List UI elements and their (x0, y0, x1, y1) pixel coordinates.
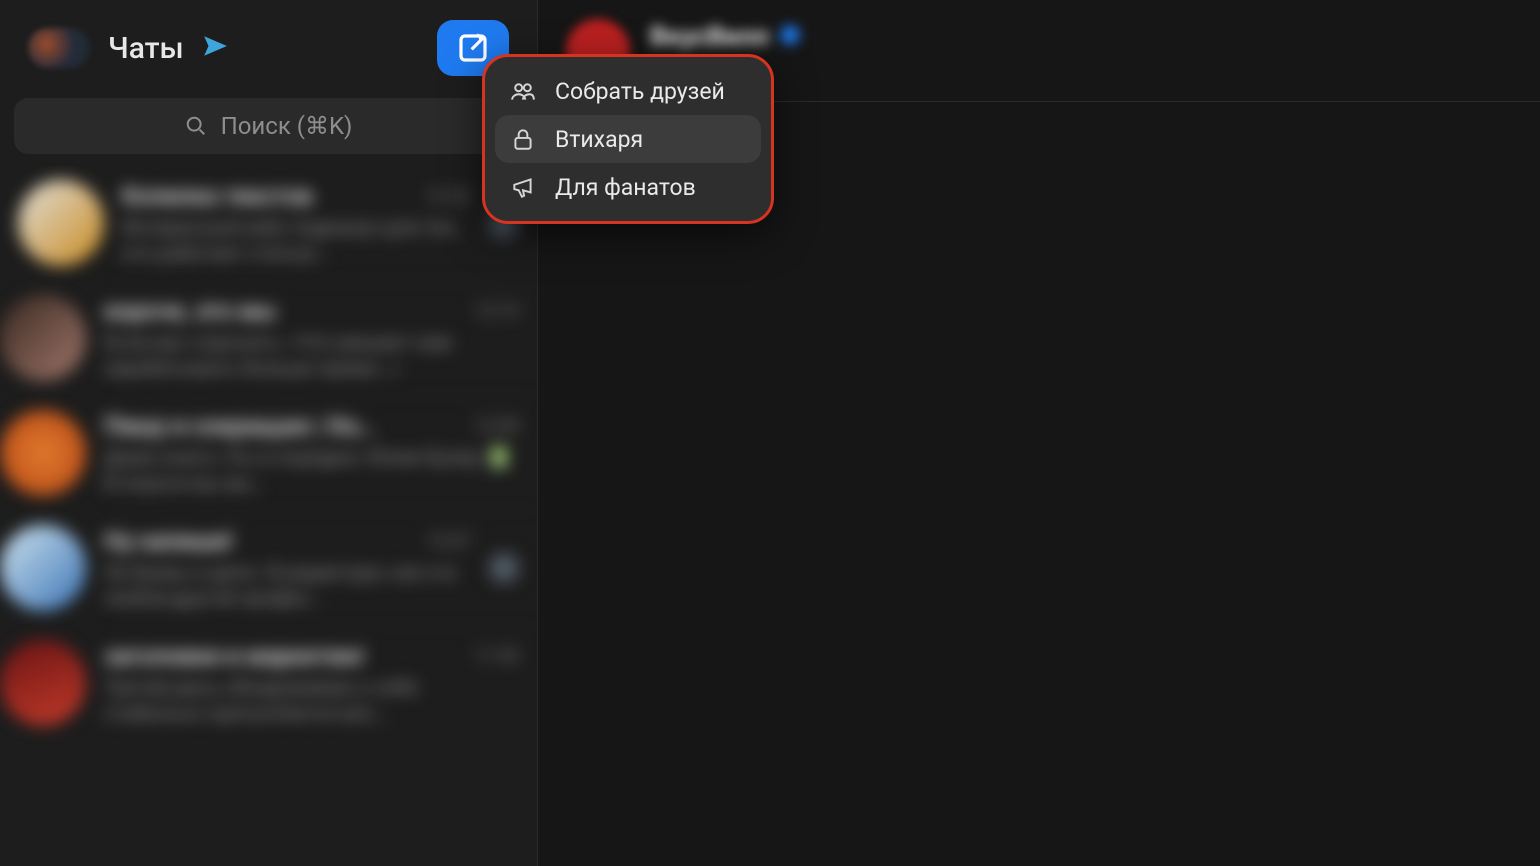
folder-label[interactable]: Чаты (108, 31, 184, 66)
chat-text: Копилка текстов 12:22 Интересный кейс подк… (122, 180, 471, 266)
chat-avatar[interactable] (0, 640, 86, 726)
chat-title: Ну напиши! (104, 527, 233, 555)
chat-preview: Интересный кейс подкинул для тех, кто ра… (122, 214, 471, 266)
chat-text: короче, это мы 12:19 Если вас спросить: «Ч… (104, 295, 519, 381)
search-input[interactable]: Поиск (⌘K) (14, 98, 523, 154)
chat-time: 12:07 (426, 531, 471, 552)
chat-avatar[interactable] (0, 410, 86, 496)
chat-time: 12:19 (474, 301, 519, 322)
unread-badge (489, 553, 519, 583)
compose-menu-label: Собрать друзей (555, 78, 725, 105)
conversation-title: ВкусВилл (650, 22, 769, 52)
chat-title: Пишу и сокращаю | Ка… (104, 412, 375, 440)
chat-list-item[interactable]: Ну напиши!12:07За буквы и дело. В редакт… (110, 510, 537, 625)
compose-menu-item[interactable]: Собрать друзей (495, 67, 761, 115)
chat-preview: За буквы и дело. В редактуре, как и в лю… (104, 559, 471, 611)
chat-text: Ну напиши! 12:07 За буквы и дело. В редакт… (104, 525, 471, 611)
chat-list-item[interactable]: Копилка текстов 12:22 Интересный кейс подк… (0, 166, 537, 280)
chat-preview: Если вас спросить: «Что мешает нам зараб… (104, 329, 519, 381)
group-icon (509, 77, 537, 105)
chat-title: заголовки и маркетинг (104, 642, 366, 670)
chat-avatar[interactable] (0, 525, 86, 611)
chat-preview: Третий день обнаруживаю у себя стабильно… (104, 674, 519, 726)
chat-text: Пишу и сокращаю | Ка… 12:08 Даже книга «Ты… (104, 410, 519, 496)
paper-plane-icon (202, 33, 228, 63)
compose-icon (457, 32, 489, 64)
compose-menu-item[interactable]: Для фанатов (495, 163, 761, 211)
channel-icon (509, 173, 537, 201)
chat-list-item[interactable]: заголовки и маркетинг11:55Третий день об… (110, 625, 537, 740)
sidebar-header: Чаты (0, 0, 537, 94)
chat-title: короче, это мы (104, 297, 276, 325)
chat-time: 12:08 (474, 416, 519, 437)
sidebar: Чаты Поиск (⌘K) Копилка текстов 12:22 Инте… (0, 0, 538, 866)
chat-title: Копилка текстов (122, 182, 313, 210)
compose-menu-label: Втихаря (555, 126, 643, 153)
chat-avatar[interactable] (0, 295, 86, 381)
search-icon (185, 115, 207, 137)
chat-list-item[interactable]: Пишу и сокращаю | Ка…12:08Даже книга «Ты… (110, 395, 537, 510)
compose-menu-item[interactable]: Втихаря (495, 115, 761, 163)
chat-text: заголовки и маркетинг 11:55 Третий день об… (104, 640, 519, 726)
chat-list[interactable]: Копилка текстов 12:22 Интересный кейс подк… (0, 166, 537, 866)
compose-menu[interactable]: Собрать друзей Втихаря Для фанатов (482, 54, 774, 224)
verified-badge-icon (779, 24, 801, 50)
lock-icon (509, 125, 537, 153)
chat-avatar[interactable] (18, 180, 104, 266)
chat-preview: Даже книга «Ты в порядке» Юлии Булер 📗 В… (104, 444, 519, 496)
chat-time: 12:22 (426, 186, 471, 207)
chat-time: 11:55 (474, 646, 519, 667)
folder-avatar-pill[interactable] (28, 28, 90, 68)
search-placeholder: Поиск (⌘K) (221, 112, 353, 140)
compose-menu-label: Для фанатов (555, 174, 696, 201)
chat-list-item[interactable]: короче, это мы12:19Если вас спросить: «Ч… (110, 280, 537, 395)
